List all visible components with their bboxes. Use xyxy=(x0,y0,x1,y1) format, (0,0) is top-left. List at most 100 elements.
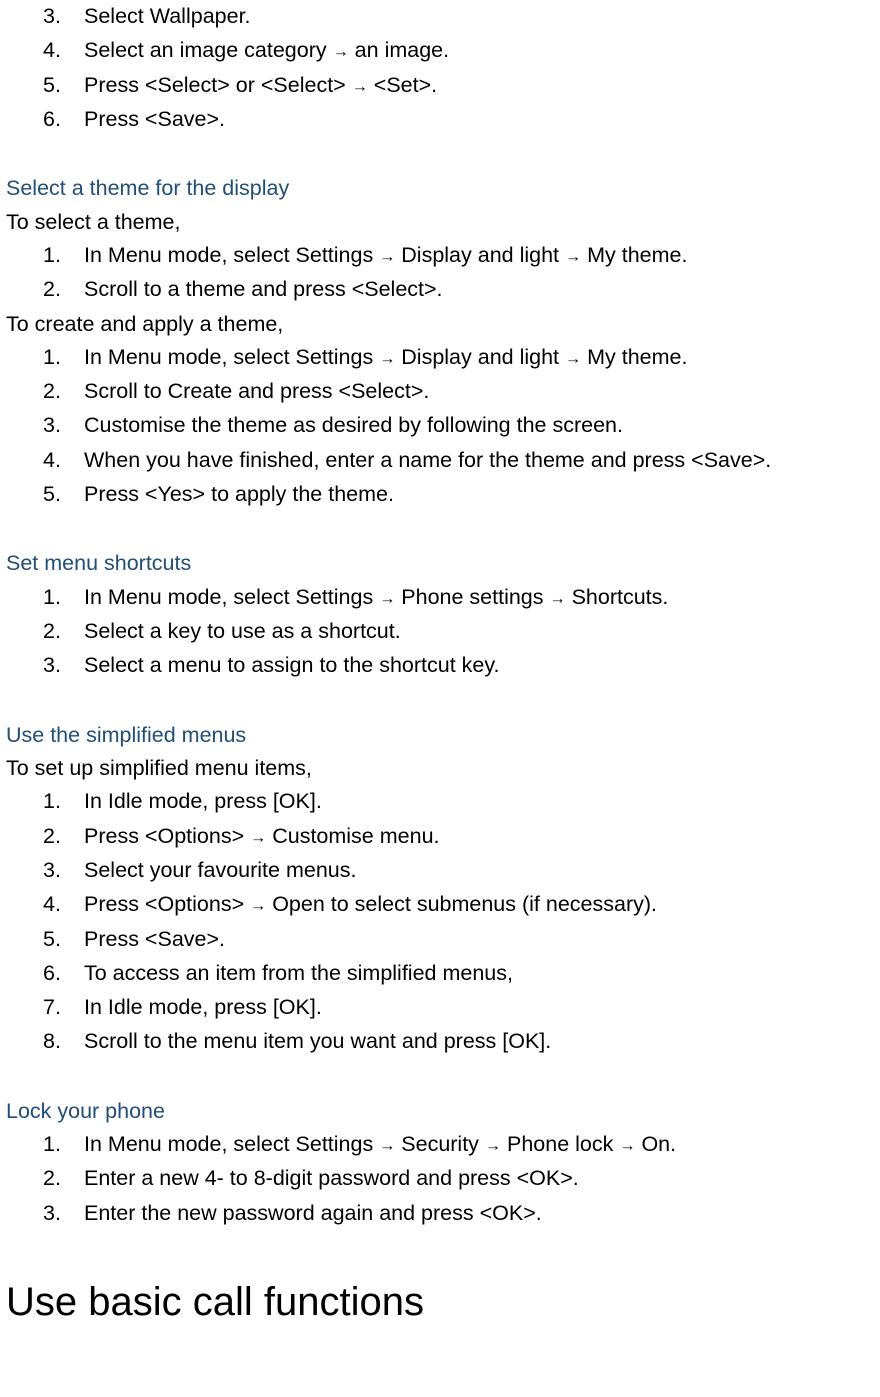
list-item: 3. Customise the theme as desired by fol… xyxy=(43,409,880,442)
arrow-icon: → xyxy=(619,1137,635,1155)
arrow-icon: → xyxy=(565,247,581,265)
list-text: Press <Options> → Open to select submenu… xyxy=(84,892,657,916)
list-item: 5. Press <Yes> to apply the theme. xyxy=(43,478,880,511)
list-item: 1. In Idle mode, press [OK]. xyxy=(43,785,880,818)
list-text: Enter a new 4- to 8-digit password and p… xyxy=(84,1166,579,1190)
document-content: 3. Select Wallpaper. 4. Select an image … xyxy=(0,0,880,1326)
list-number: 1. xyxy=(43,1128,61,1161)
select-theme-list: 1. In Menu mode, select Settings → Displ… xyxy=(0,239,880,307)
list-item: 6. Press <Save>. xyxy=(43,103,880,136)
list-text: Select a menu to assign to the shortcut … xyxy=(84,653,500,677)
list-item: 5. Press <Select> or <Select> → <Set>. xyxy=(43,69,880,102)
list-number: 4. xyxy=(43,444,61,477)
list-number: 6. xyxy=(43,103,61,136)
list-number: 2. xyxy=(43,375,61,408)
heading-select-theme: Select a theme for the display xyxy=(0,172,880,205)
arrow-icon: → xyxy=(379,589,395,607)
list-item: 3. Select a menu to assign to the shortc… xyxy=(43,649,880,682)
list-item: 3. Select your favourite menus. xyxy=(43,854,880,887)
list-text: Press <Save>. xyxy=(84,107,225,131)
list-number: 3. xyxy=(43,1197,61,1230)
arrow-icon: → xyxy=(485,1137,501,1155)
list-number: 6. xyxy=(43,957,61,990)
list-item: 2. Select a key to use as a shortcut. xyxy=(43,615,880,648)
list-number: 1. xyxy=(43,785,61,818)
list-number: 2. xyxy=(43,820,61,853)
list-number: 1. xyxy=(43,239,61,272)
list-number: 8. xyxy=(43,1025,61,1058)
list-item: 3. Enter the new password again and pres… xyxy=(43,1197,880,1230)
arrow-icon: → xyxy=(379,349,395,367)
arrow-icon: → xyxy=(250,897,266,915)
list-number: 3. xyxy=(43,854,61,887)
list-number: 3. xyxy=(43,649,61,682)
list-text: Select your favourite menus. xyxy=(84,858,356,882)
list-item: 5. Press <Save>. xyxy=(43,923,880,956)
list-number: 5. xyxy=(43,923,61,956)
list-text: Select an image category → an image. xyxy=(84,38,449,62)
lock-phone-list: 1. In Menu mode, select Settings → Secur… xyxy=(0,1128,880,1230)
list-text: Press <Select> or <Select> → <Set>. xyxy=(84,73,437,97)
list-text: In Idle mode, press [OK]. xyxy=(84,995,322,1019)
list-number: 2. xyxy=(43,273,61,306)
list-number: 7. xyxy=(43,991,61,1024)
intro-text: To set up simplified menu items, xyxy=(0,752,880,785)
list-number: 4. xyxy=(43,34,61,67)
list-text: To access an item from the simplified me… xyxy=(84,961,513,985)
list-text: Press <Save>. xyxy=(84,927,225,951)
list-number: 3. xyxy=(43,0,61,33)
list-text: Scroll to a theme and press <Select>. xyxy=(84,277,443,301)
list-item: 7. In Idle mode, press [OK]. xyxy=(43,991,880,1024)
simplified-menu-list: 1. In Idle mode, press [OK]. 2. Press <O… xyxy=(0,785,880,1059)
list-text: Press <Yes> to apply the theme. xyxy=(84,482,394,506)
list-text: In Idle mode, press [OK]. xyxy=(84,789,322,813)
arrow-icon: → xyxy=(333,43,349,61)
list-item: 2. Scroll to Create and press <Select>. xyxy=(43,375,880,408)
list-item: 2. Enter a new 4- to 8-digit password an… xyxy=(43,1162,880,1195)
intro-text: To select a theme, xyxy=(0,206,880,239)
list-number: 3. xyxy=(43,409,61,442)
list-text: Enter the new password again and press <… xyxy=(84,1201,542,1225)
list-item: 1. In Menu mode, select Settings → Phone… xyxy=(43,581,880,614)
list-number: 4. xyxy=(43,888,61,921)
list-text: In Menu mode, select Settings → Display … xyxy=(84,243,687,267)
list-item: 2. Press <Options> → Customise menu. xyxy=(43,820,880,853)
intro-text: To create and apply a theme, xyxy=(0,308,880,341)
arrow-icon: → xyxy=(379,1137,395,1155)
list-number: 2. xyxy=(43,615,61,648)
list-item: 1. In Menu mode, select Settings → Displ… xyxy=(43,341,880,374)
list-text: In Menu mode, select Settings → Phone se… xyxy=(84,585,668,609)
list-text: Select Wallpaper. xyxy=(84,4,251,28)
list-item: 4. Select an image category → an image. xyxy=(43,34,880,67)
shortcuts-list: 1. In Menu mode, select Settings → Phone… xyxy=(0,581,880,683)
list-text: Scroll to Create and press <Select>. xyxy=(84,379,429,403)
list-number: 2. xyxy=(43,1162,61,1195)
list-number: 5. xyxy=(43,478,61,511)
wallpaper-list: 3. Select Wallpaper. 4. Select an image … xyxy=(0,0,880,136)
list-item: 4. When you have finished, enter a name … xyxy=(43,444,880,477)
arrow-icon: → xyxy=(379,247,395,265)
arrow-icon: → xyxy=(352,77,368,95)
list-text: Customise the theme as desired by follow… xyxy=(84,413,623,437)
list-text: Select a key to use as a shortcut. xyxy=(84,619,401,643)
list-number: 1. xyxy=(43,581,61,614)
list-item: 8. Scroll to the menu item you want and … xyxy=(43,1025,880,1058)
list-text: Scroll to the menu item you want and pre… xyxy=(84,1029,551,1053)
list-text: Press <Options> → Customise menu. xyxy=(84,824,440,848)
list-number: 5. xyxy=(43,69,61,102)
list-item: 6. To access an item from the simplified… xyxy=(43,957,880,990)
heading-lock-phone: Lock your phone xyxy=(0,1095,880,1128)
arrow-icon: → xyxy=(549,589,565,607)
list-item: 4. Press <Options> → Open to select subm… xyxy=(43,888,880,921)
list-text: When you have finished, enter a name for… xyxy=(84,448,771,472)
list-item: 3. Select Wallpaper. xyxy=(43,0,880,33)
list-number: 1. xyxy=(43,341,61,374)
list-text: In Menu mode, select Settings → Display … xyxy=(84,345,687,369)
list-item: 1. In Menu mode, select Settings → Secur… xyxy=(43,1128,880,1161)
list-text: In Menu mode, select Settings → Security… xyxy=(84,1132,676,1156)
list-item: 1. In Menu mode, select Settings → Displ… xyxy=(43,239,880,272)
arrow-icon: → xyxy=(250,828,266,846)
create-theme-list: 1. In Menu mode, select Settings → Displ… xyxy=(0,341,880,512)
arrow-icon: → xyxy=(565,349,581,367)
list-item: 2. Scroll to a theme and press <Select>. xyxy=(43,273,880,306)
